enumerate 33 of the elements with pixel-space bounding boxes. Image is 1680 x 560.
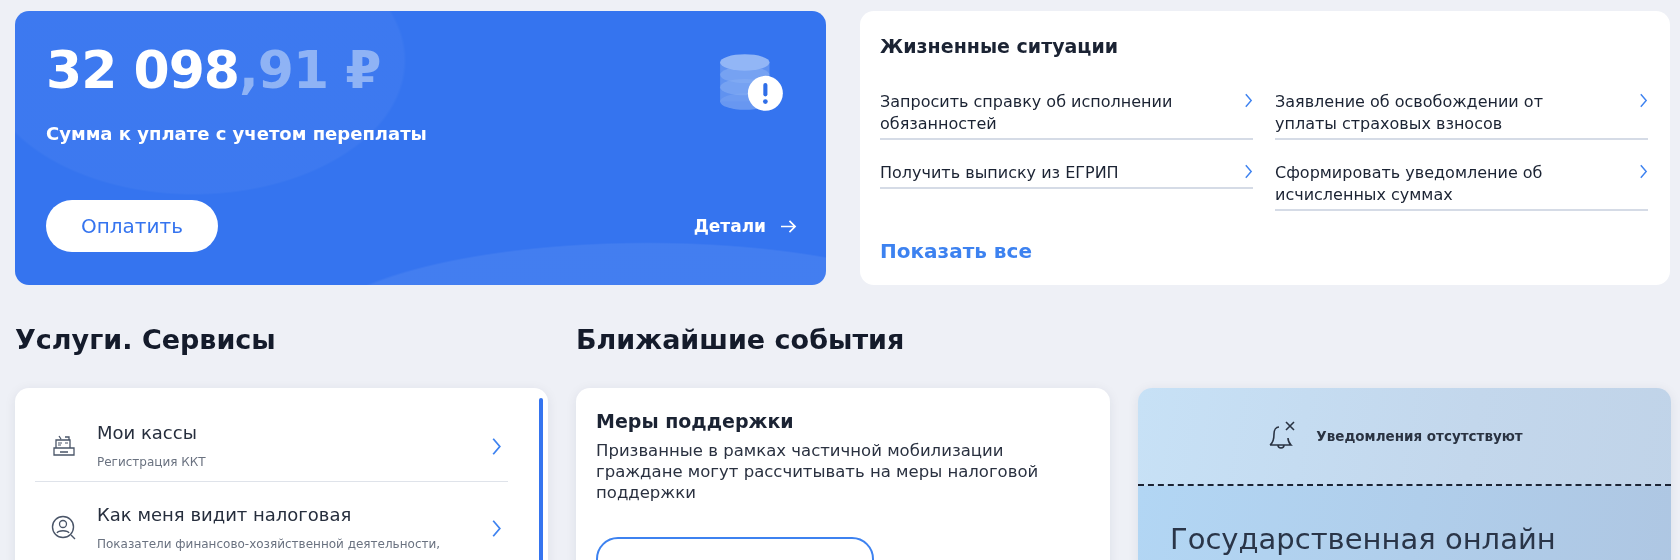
chevron-right-icon bbox=[491, 519, 502, 538]
service-subtitle: Регистрация ККТ bbox=[97, 455, 207, 469]
card-text: Призванные в рамках частичной мобилизации граждане могут рассчитывать на меры налоговой поддержки bbox=[596, 440, 1040, 503]
card-title: Жизненные ситуации bbox=[880, 35, 1120, 57]
user-search-icon bbox=[51, 514, 77, 541]
section-title: Ближайшие события bbox=[576, 323, 906, 357]
situation-link[interactable]: Сформировать уведомление об исчисленных суммах bbox=[1275, 162, 1648, 211]
show-all-link[interactable]: Показать все bbox=[880, 239, 1032, 263]
situation-link[interactable]: Запросить справку об исполнении обязанностей bbox=[880, 91, 1253, 140]
details-link[interactable]: Детали bbox=[693, 216, 797, 236]
pay-button[interactable]: Оплатить bbox=[46, 200, 218, 252]
service-item[interactable]: Мои кассы Регистрация ККТ bbox=[35, 400, 508, 481]
service-subtitle: Показатели финансово-хозяйственной деятельности, bbox=[97, 537, 442, 551]
notice-text: Уведомления отсутствуют bbox=[1316, 428, 1523, 444]
service-title: Мои кассы bbox=[97, 422, 198, 443]
situation-link[interactable]: Заявление об освобождении от уплаты страховых взносов bbox=[1275, 91, 1648, 140]
arrow-right-icon bbox=[780, 218, 797, 234]
promo-title: Государственная онлайн bbox=[1138, 486, 1671, 560]
chevron-right-icon bbox=[1244, 164, 1253, 179]
situation-link[interactable]: Получить выписку из ЕГРИП bbox=[880, 162, 1253, 189]
scrollbar[interactable] bbox=[539, 398, 543, 560]
section-title: Услуги. Сервисы bbox=[15, 323, 277, 357]
cash-register-icon bbox=[51, 433, 77, 458]
chevron-right-icon bbox=[1244, 93, 1253, 108]
chevron-right-icon bbox=[491, 437, 502, 456]
chevron-right-icon bbox=[1639, 164, 1648, 179]
amount-value: 32 098 bbox=[46, 40, 239, 100]
service-item[interactable]: Как меня видит налоговая Показатели финансово-хозяйственной деятельности, bbox=[35, 481, 508, 560]
amount-fraction: ,91 ₽ bbox=[239, 40, 381, 100]
chevron-right-icon bbox=[1639, 93, 1648, 108]
service-title: Как меня видит налоговая bbox=[97, 504, 353, 525]
amount-caption: Сумма к уплате с учетом переплаты bbox=[46, 123, 428, 144]
card-title: Меры поддержки bbox=[596, 410, 795, 432]
